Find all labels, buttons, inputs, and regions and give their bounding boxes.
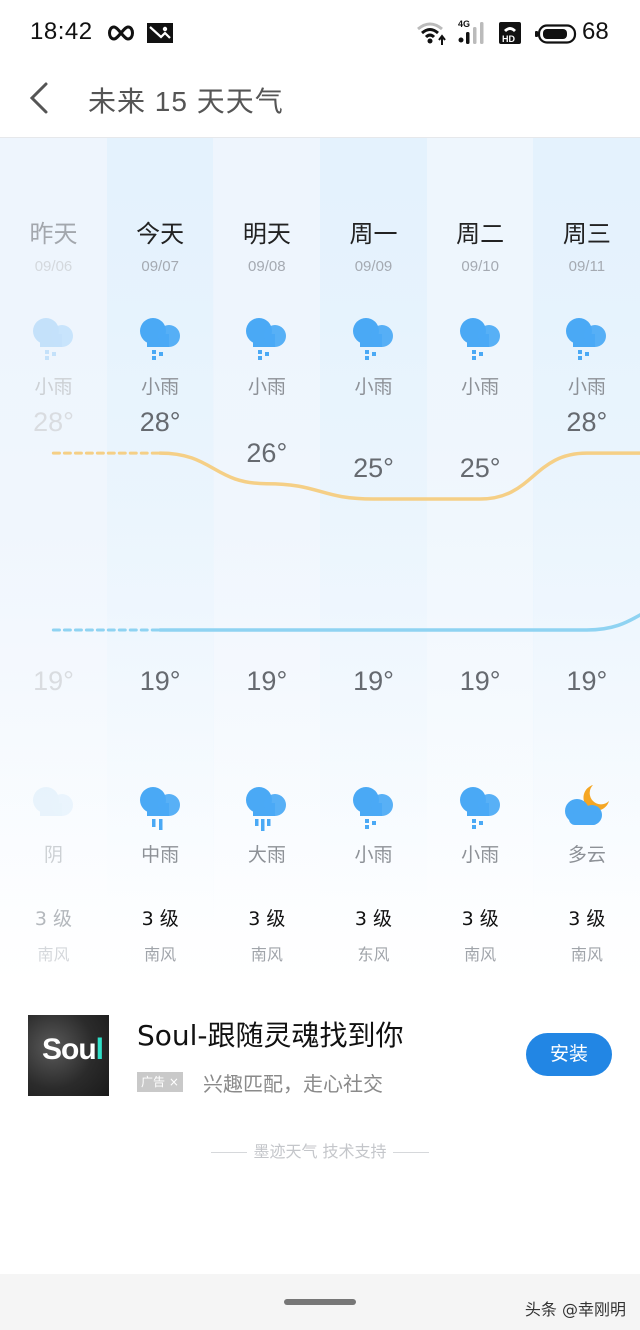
night-weather-desc: 中雨 — [141, 844, 180, 866]
wind-direction: 南风 — [37, 945, 70, 964]
svg-text:4G: 4G — [458, 19, 470, 29]
night-weather-desc: 小雨 — [461, 844, 500, 866]
wind-level: 3 级 — [141, 908, 179, 930]
day-date: 09/11 — [568, 258, 606, 275]
battery-level: 68 — [582, 18, 609, 45]
day-weather-desc: 小雨 — [247, 376, 286, 398]
day-name: 明天 — [242, 220, 291, 248]
day-name: 周一 — [349, 220, 398, 248]
low-temp: 19° — [353, 666, 394, 696]
app-header: 未来 15 天天气 — [0, 66, 640, 138]
day-name: 周三 — [562, 220, 611, 248]
forecast-grid: 昨天 09/06 小雨 28° 19° 阴 3 级 南风 今天 09/07 小雨… — [0, 138, 640, 988]
day-column[interactable]: 昨天 09/06 小雨 28° 19° 阴 3 级 南风 — [0, 138, 107, 988]
ad-banner[interactable]: Soul Soul-跟随灵魂找到你 广告 × 兴趣匹配，走心社交 安装 — [0, 1000, 640, 1110]
page-title: 未来 15 天天气 — [88, 86, 284, 117]
wind-direction: 南风 — [570, 945, 603, 964]
status-bar: 18:42 4G HD 68 — [0, 0, 640, 66]
moderate-rain-icon — [139, 787, 180, 830]
partly-cloudy-night-icon — [565, 785, 610, 825]
divider — [392, 1152, 429, 1153]
wind-direction: 东风 — [357, 945, 390, 964]
low-temp: 19° — [139, 666, 181, 696]
day-date: 09/07 — [141, 258, 179, 275]
powered-by: 墨迹天气 技术支持 — [0, 1138, 640, 1162]
day-name: 今天 — [136, 220, 185, 248]
light-rain-icon — [353, 787, 393, 829]
wind-direction: 南风 — [144, 945, 177, 964]
day-column[interactable]: 周三 09/11 小雨 28° 19° 多云 3 级 南风 — [533, 138, 640, 988]
status-time: 18:42 — [30, 18, 93, 45]
wifi-icon — [417, 22, 446, 45]
wind-level: 3 级 — [354, 908, 393, 930]
high-temp: 28° — [566, 407, 608, 438]
soul-app-logo: Soul — [28, 1015, 109, 1096]
back-button[interactable] — [22, 78, 58, 118]
wind-level: 3 级 — [248, 908, 286, 930]
day-weather-desc: 小雨 — [567, 376, 606, 398]
low-temp: 19° — [246, 666, 288, 696]
hd-call-icon: HD — [499, 22, 521, 44]
day-weather-desc: 小雨 — [141, 376, 180, 398]
gallery-icon — [147, 23, 173, 43]
day-column[interactable]: 周二 09/10 小雨 25° 19° 小雨 3 级 南风 — [427, 138, 534, 988]
ad-description: 兴趣匹配，走心社交 — [203, 1072, 383, 1096]
install-button[interactable]: 安装 — [526, 1033, 612, 1076]
watermark: 头条 @幸刚明 — [524, 1300, 626, 1319]
night-weather-desc: 小雨 — [354, 844, 393, 866]
system-nav-bar: 头条 @幸刚明 — [0, 1274, 640, 1330]
day-date: 09/08 — [248, 258, 286, 275]
day-date: 09/06 — [34, 258, 73, 275]
logo-text: Sou — [42, 1033, 97, 1066]
divider — [211, 1152, 248, 1153]
high-temp: 28° — [139, 407, 181, 438]
high-temp: 25° — [459, 453, 501, 483]
logo-accent: l — [95, 1033, 104, 1066]
home-indicator[interactable] — [284, 1299, 356, 1305]
heavy-rain-icon — [246, 787, 287, 831]
ad-title: Soul-跟随灵魂找到你 — [137, 1019, 404, 1052]
day-weather-desc: 小雨 — [461, 376, 500, 398]
overcast-icon — [33, 787, 73, 816]
signal-4g-icon: 4G — [458, 19, 484, 44]
low-temp: 19° — [566, 666, 608, 696]
night-weather-desc: 大雨 — [247, 844, 286, 866]
day-column[interactable]: 明天 09/08 小雨 26° 19° 大雨 3 级 南风 — [213, 138, 320, 988]
light-rain-icon — [33, 318, 73, 360]
battery-icon — [535, 24, 577, 44]
wind-level: 3 级 — [568, 908, 606, 930]
high-temp: 25° — [353, 453, 394, 483]
low-temp: 19° — [459, 666, 501, 696]
day-weather-desc: 小雨 — [34, 376, 73, 398]
infinity-icon — [108, 25, 134, 41]
light-rain-icon — [353, 318, 393, 360]
wind-level: 3 级 — [461, 908, 499, 930]
high-temp: 26° — [246, 437, 288, 468]
low-temp: 19° — [33, 666, 74, 696]
day-column[interactable]: 周一 09/09 小雨 25° 19° 小雨 3 级 东风 — [320, 138, 427, 988]
light-rain-icon — [566, 318, 607, 360]
night-weather-desc: 阴 — [43, 844, 63, 866]
day-name: 昨天 — [29, 220, 78, 248]
wind-direction: 南风 — [250, 945, 283, 964]
light-rain-icon — [246, 318, 287, 360]
ad-close-badge[interactable]: 广告 × — [137, 1072, 183, 1092]
light-rain-icon — [459, 318, 500, 360]
day-column[interactable]: 今天 09/07 小雨 28° 19° 中雨 3 级 南风 — [107, 138, 214, 988]
light-rain-icon — [139, 318, 180, 360]
light-rain-icon — [459, 787, 500, 829]
powered-by-text: 墨迹天气 技术支持 — [253, 1142, 387, 1161]
night-weather-desc: 多云 — [567, 844, 606, 866]
day-date: 09/10 — [461, 258, 499, 275]
svg-text:HD: HD — [502, 34, 515, 44]
day-name: 周二 — [456, 220, 505, 248]
day-weather-desc: 小雨 — [354, 376, 393, 398]
wind-direction: 南风 — [464, 945, 497, 964]
wind-level: 3 级 — [34, 908, 73, 930]
high-temp: 28° — [33, 407, 74, 438]
day-date: 09/09 — [354, 258, 393, 275]
